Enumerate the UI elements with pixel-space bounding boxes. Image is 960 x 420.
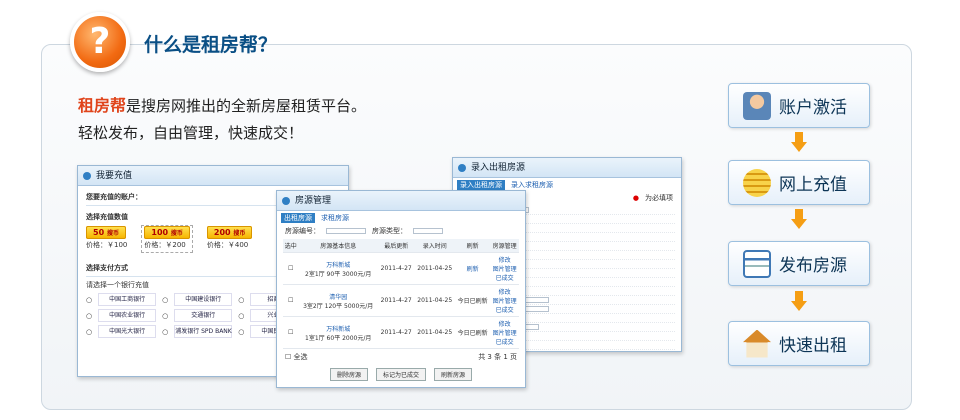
table-row: ☐ 万科新城 1室1厅 60平 2000元/月 2011-4-27 2011-04-25… — [283, 316, 519, 349]
pager: 共 3 条 1 页 — [478, 353, 517, 361]
tab-want-listings[interactable]: 求租房源 — [321, 213, 349, 223]
bank-abc[interactable]: 中国农业银行 — [98, 309, 157, 322]
amount-option-50[interactable]: 50 搜币 价格：￥100 — [86, 226, 127, 250]
step-activate[interactable]: 账户激活 — [728, 83, 870, 128]
arrow-down-icon — [791, 291, 807, 313]
mark-done-button[interactable]: 标记为已成交 — [375, 368, 426, 381]
manage-title: 房源管理 — [277, 191, 525, 211]
intro-line-2: 轻松发布，自由管理，快速成交！ — [78, 124, 304, 142]
bank-ceb[interactable]: 中国光大银行 — [98, 325, 157, 338]
table-row: ☐ 万科新城 2室1厅 90平 3000元/月 2011-4-27 2011-04-25… — [283, 252, 519, 285]
brand-name: 租房帮 — [78, 96, 127, 115]
tab-publish-want[interactable]: 录入求租房源 — [511, 180, 553, 190]
bank-bocom[interactable]: 交通银行 — [174, 309, 233, 322]
user-icon — [743, 91, 771, 120]
house-icon — [743, 329, 771, 358]
arrow-down-icon — [791, 209, 807, 231]
intro-line-1: 租房帮是搜房网推出的全新房屋租赁平台。 — [78, 96, 367, 115]
bank-spdb[interactable]: 浦发银行 SPD BANK — [174, 325, 233, 338]
step-rent-fast[interactable]: 快速出租 — [728, 321, 870, 366]
tab-publish-rent[interactable]: 录入出租房源 — [457, 180, 505, 190]
recharge-title: 我要充值 — [78, 166, 348, 186]
amount-option-200[interactable]: 200 搜币 价格：￥400 — [206, 226, 253, 250]
refresh-button[interactable]: 刷新房源 — [434, 368, 473, 381]
amount-option-100[interactable]: 100 搜币 价格：￥200 — [141, 225, 193, 253]
delete-button[interactable]: 删除房源 — [329, 368, 368, 381]
bank-icbc[interactable]: 中国工商银行 — [98, 293, 157, 306]
table-row: ☐ 清华园 3室2厅 120平 5000元/月 2011-4-27 2011-04-25… — [283, 284, 519, 317]
coins-icon — [743, 168, 771, 197]
step-recharge[interactable]: 网上充值 — [728, 160, 870, 205]
arrow-down-icon — [791, 132, 807, 154]
tab-rent-listings[interactable]: 出租房源 — [281, 213, 315, 223]
bank-ccb[interactable]: 中国建设银行 — [174, 293, 233, 306]
page-title: 什么是租房帮？ — [144, 34, 278, 56]
select-all[interactable]: 全选 — [294, 353, 308, 361]
question-icon: ? — [70, 12, 130, 72]
publish-title: 录入出租房源 — [453, 158, 681, 178]
listing-table: 选中 房源基本信息 最后更新 录入时间 刷新 房源管理 ☐ 万科新城 2室1厅 90平 300… — [283, 239, 519, 349]
step-publish[interactable]: 发布房源 — [728, 241, 870, 286]
listing-icon — [743, 249, 771, 278]
required-note: 为必填项 — [645, 194, 673, 202]
manage-listing-screenshot: 房源管理 出租房源 求租房源 房源编号： 房源类型： 选中 房源基本信息 最后更新 录入时… — [276, 190, 526, 388]
